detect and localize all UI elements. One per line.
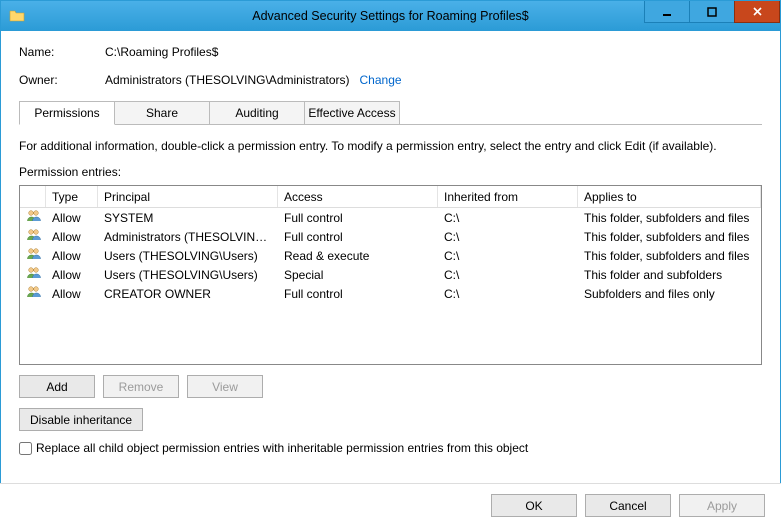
tabs: Permissions Share Auditing Effective Acc… xyxy=(19,101,762,125)
cell-access: Read & execute xyxy=(278,249,438,263)
table-row[interactable]: AllowUsers (THESOLVING\Users)SpecialC:\T… xyxy=(20,265,761,284)
table-row[interactable]: AllowSYSTEMFull controlC:\This folder, s… xyxy=(20,208,761,227)
table-row[interactable]: AllowCREATOR OWNERFull controlC:\Subfold… xyxy=(20,284,761,303)
apply-button[interactable]: Apply xyxy=(679,494,765,517)
tab-effective-access[interactable]: Effective Access xyxy=(304,101,400,124)
name-value: C:\Roaming Profiles$ xyxy=(105,45,218,59)
entries-label: Permission entries: xyxy=(19,165,762,179)
cell-type: Allow xyxy=(46,211,98,225)
view-button[interactable]: View xyxy=(187,375,263,398)
group-icon xyxy=(20,227,46,246)
permission-entries-list[interactable]: Type Principal Access Inherited from App… xyxy=(19,185,762,365)
cell-access: Full control xyxy=(278,230,438,244)
col-header-applies[interactable]: Applies to xyxy=(578,186,761,207)
inheritance-row: Disable inheritance xyxy=(19,408,762,431)
group-icon xyxy=(20,284,46,303)
cell-inherited: C:\ xyxy=(438,268,578,282)
name-label: Name: xyxy=(19,45,105,59)
cell-applies: Subfolders and files only xyxy=(578,287,761,301)
list-header: Type Principal Access Inherited from App… xyxy=(20,186,761,208)
cell-applies: This folder, subfolders and files xyxy=(578,230,761,244)
replace-children-label: Replace all child object permission entr… xyxy=(36,441,528,455)
cell-applies: This folder, subfolders and files xyxy=(578,211,761,225)
col-header-access[interactable]: Access xyxy=(278,186,438,207)
add-button[interactable]: Add xyxy=(19,375,95,398)
dialog-content: Name: C:\Roaming Profiles$ Owner: Admini… xyxy=(1,31,780,465)
owner-row: Owner: Administrators (THESOLVING\Admini… xyxy=(19,73,762,87)
cell-applies: This folder and subfolders xyxy=(578,268,761,282)
entry-buttons: Add Remove View xyxy=(19,375,762,398)
cell-principal: SYSTEM xyxy=(98,211,278,225)
cell-principal: Administrators (THESOLVING... xyxy=(98,230,278,244)
group-icon xyxy=(20,265,46,284)
minimize-button[interactable] xyxy=(644,1,690,23)
replace-children-row: Replace all child object permission entr… xyxy=(19,441,762,455)
cell-access: Special xyxy=(278,268,438,282)
cell-inherited: C:\ xyxy=(438,230,578,244)
window-buttons xyxy=(645,1,780,31)
cell-principal: Users (THESOLVING\Users) xyxy=(98,268,278,282)
cell-type: Allow xyxy=(46,287,98,301)
cell-access: Full control xyxy=(278,211,438,225)
col-header-inherited[interactable]: Inherited from xyxy=(438,186,578,207)
tab-auditing[interactable]: Auditing xyxy=(209,101,305,124)
ok-button[interactable]: OK xyxy=(491,494,577,517)
dialog-buttons: OK Cancel Apply xyxy=(0,483,781,527)
cell-inherited: C:\ xyxy=(438,211,578,225)
table-row[interactable]: AllowAdministrators (THESOLVING...Full c… xyxy=(20,227,761,246)
group-icon xyxy=(20,208,46,227)
col-header-type[interactable]: Type xyxy=(46,186,98,207)
cell-inherited: C:\ xyxy=(438,249,578,263)
cell-principal: CREATOR OWNER xyxy=(98,287,278,301)
col-header-principal[interactable]: Principal xyxy=(98,186,278,207)
cancel-button[interactable]: Cancel xyxy=(585,494,671,517)
remove-button[interactable]: Remove xyxy=(103,375,179,398)
folder-icon xyxy=(9,8,25,24)
cell-principal: Users (THESOLVING\Users) xyxy=(98,249,278,263)
change-owner-link[interactable]: Change xyxy=(360,73,402,87)
tab-permissions[interactable]: Permissions xyxy=(19,101,115,125)
cell-type: Allow xyxy=(46,230,98,244)
instruction-text: For additional information, double-click… xyxy=(19,139,762,153)
list-body: AllowSYSTEMFull controlC:\This folder, s… xyxy=(20,208,761,303)
cell-type: Allow xyxy=(46,268,98,282)
replace-children-checkbox[interactable] xyxy=(19,442,32,455)
close-button[interactable] xyxy=(734,1,780,23)
col-header-icon[interactable] xyxy=(20,186,46,207)
cell-applies: This folder, subfolders and files xyxy=(578,249,761,263)
cell-type: Allow xyxy=(46,249,98,263)
maximize-button[interactable] xyxy=(689,1,735,23)
group-icon xyxy=(20,246,46,265)
table-row[interactable]: AllowUsers (THESOLVING\Users)Read & exec… xyxy=(20,246,761,265)
cell-access: Full control xyxy=(278,287,438,301)
owner-label: Owner: xyxy=(19,73,105,87)
tab-share[interactable]: Share xyxy=(114,101,210,124)
owner-value: Administrators (THESOLVING\Administrator… xyxy=(105,73,350,87)
disable-inheritance-button[interactable]: Disable inheritance xyxy=(19,408,143,431)
cell-inherited: C:\ xyxy=(438,287,578,301)
name-row: Name: C:\Roaming Profiles$ xyxy=(19,45,762,59)
title-bar: Advanced Security Settings for Roaming P… xyxy=(1,1,780,31)
